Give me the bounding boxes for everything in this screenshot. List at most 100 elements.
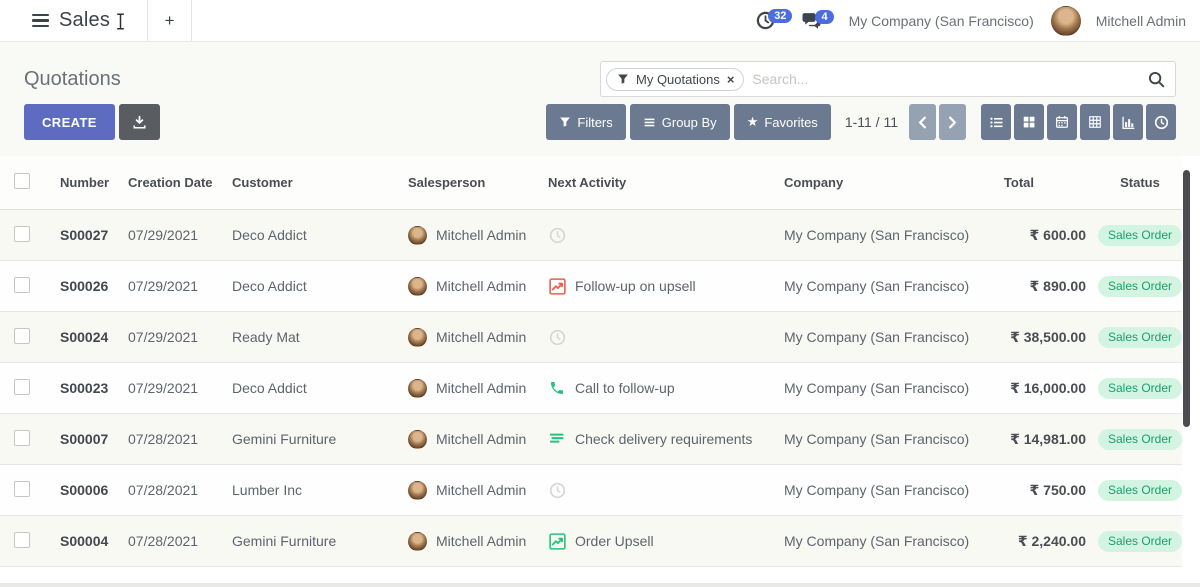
table-row[interactable]: S00006 07/28/2021 Lumber Inc Mitchell Ad…: [0, 465, 1182, 516]
chart-red-icon[interactable]: [548, 278, 566, 295]
search-icon[interactable]: [1148, 71, 1165, 88]
table-row[interactable]: S00023 07/29/2021 Deco Addict Mitchell A…: [0, 363, 1182, 414]
kanban-view-icon[interactable]: [1014, 104, 1044, 140]
salesperson-name: Mitchell Admin: [436, 278, 526, 294]
text-cursor: [116, 13, 125, 30]
column-header-next-activity[interactable]: Next Activity: [548, 175, 784, 190]
total-amount: ₹ 38,500.00: [990, 329, 1092, 346]
salesperson-avatar: [408, 277, 427, 296]
create-button[interactable]: CREATE: [24, 104, 115, 140]
total-amount: ₹ 16,000.00: [990, 380, 1092, 397]
row-checkbox[interactable]: [14, 277, 30, 293]
chart-green-icon[interactable]: [548, 533, 566, 550]
app-name[interactable]: Sales: [59, 9, 110, 32]
column-header-customer[interactable]: Customer: [232, 175, 408, 190]
systray: 32 4 My Company (San Francisco) Mitchell…: [756, 0, 1200, 41]
tasks-icon[interactable]: [548, 431, 566, 447]
total-amount: ₹ 750.00: [990, 482, 1092, 499]
table-row[interactable]: S00024 07/29/2021 Ready Mat Mitchell Adm…: [0, 312, 1182, 363]
quotation-number: S00027: [60, 227, 128, 243]
row-checkbox[interactable]: [14, 226, 30, 242]
next-activity-cell: [548, 329, 784, 346]
app-menu-tab[interactable]: Sales: [0, 0, 147, 41]
salesperson-name: Mitchell Admin: [436, 227, 526, 243]
user-menu[interactable]: Mitchell Admin: [1096, 13, 1186, 29]
pager-range[interactable]: 1-11 / 11: [845, 114, 898, 130]
column-header-status[interactable]: Status: [1092, 175, 1188, 190]
status-badge: Sales Order: [1098, 276, 1182, 297]
row-checkbox[interactable]: [14, 532, 30, 548]
status-badge: Sales Order: [1098, 531, 1182, 552]
clock-icon[interactable]: [548, 329, 566, 346]
hamburger-menu-icon[interactable]: [32, 14, 49, 27]
status-badge: Sales Order: [1098, 327, 1182, 348]
next-activity-cell: [548, 482, 784, 499]
company-name: My Company (San Francisco): [784, 482, 990, 498]
user-avatar[interactable]: [1051, 6, 1081, 36]
next-activity-label: Order Upsell: [575, 533, 654, 549]
salesperson-cell: Mitchell Admin: [408, 328, 548, 347]
status-badge: Sales Order: [1098, 480, 1182, 501]
column-header-creation-date[interactable]: Creation Date: [128, 175, 232, 190]
vertical-scrollbar[interactable]: [1183, 170, 1190, 427]
next-activity-cell: [548, 227, 784, 244]
column-header-total[interactable]: Total: [990, 175, 1092, 190]
list-view-icon[interactable]: [981, 104, 1011, 140]
download-icon: [132, 115, 147, 130]
top-navbar: Sales + 32 4 My Company (San Francisco) …: [0, 0, 1200, 42]
company-switcher[interactable]: My Company (San Francisco): [849, 13, 1034, 29]
quotation-number: S00026: [60, 278, 128, 294]
pager-previous-button[interactable]: [909, 104, 936, 140]
salesperson-cell: Mitchell Admin: [408, 379, 548, 398]
column-header-company[interactable]: Company: [784, 175, 990, 190]
company-name: My Company (San Francisco): [784, 227, 990, 243]
company-name: My Company (San Francisco): [784, 380, 990, 396]
company-name: My Company (San Francisco): [784, 533, 990, 549]
new-tab-button[interactable]: +: [147, 0, 192, 41]
export-button[interactable]: [119, 104, 160, 140]
row-checkbox[interactable]: [14, 481, 30, 497]
table-row[interactable]: S00026 07/29/2021 Deco Addict Mitchell A…: [0, 261, 1182, 312]
customer-name: Deco Addict: [232, 380, 408, 396]
filters-button[interactable]: Filters: [546, 104, 625, 140]
pager-next-button[interactable]: [939, 104, 966, 140]
customer-name: Ready Mat: [232, 329, 408, 345]
creation-date: 07/29/2021: [128, 227, 232, 243]
select-all-checkbox[interactable]: [14, 173, 30, 189]
messages-tray-button[interactable]: 4: [801, 12, 833, 30]
column-header-number[interactable]: Number: [60, 175, 128, 190]
page-title: Quotations: [24, 68, 121, 91]
creation-date: 07/29/2021: [128, 380, 232, 396]
pivot-view-icon[interactable]: [1080, 104, 1110, 140]
search-input[interactable]: [752, 71, 1140, 87]
facet-remove-icon[interactable]: ×: [727, 73, 735, 86]
clock-icon[interactable]: [548, 227, 566, 244]
salesperson-avatar: [408, 481, 427, 500]
company-name: My Company (San Francisco): [784, 431, 990, 447]
chevron-left-icon: [917, 116, 928, 129]
star-icon: ★: [747, 114, 759, 130]
phone-icon[interactable]: [548, 380, 566, 396]
creation-date: 07/29/2021: [128, 278, 232, 294]
row-checkbox[interactable]: [14, 379, 30, 395]
table-row[interactable]: S00027 07/29/2021 Deco Addict Mitchell A…: [0, 210, 1182, 261]
favorites-button[interactable]: ★ Favorites: [734, 104, 831, 140]
calendar-view-icon[interactable]: [1047, 104, 1077, 140]
next-activity-label: Follow-up on upsell: [575, 278, 696, 294]
salesperson-avatar: [408, 430, 427, 449]
graph-view-icon[interactable]: [1113, 104, 1143, 140]
group-by-button[interactable]: Group By: [630, 104, 730, 140]
salesperson-avatar: [408, 532, 427, 551]
column-header-salesperson[interactable]: Salesperson: [408, 175, 548, 190]
next-activity-label: Check delivery requirements: [575, 431, 752, 447]
activity-view-icon[interactable]: [1146, 104, 1176, 140]
table-row[interactable]: S00004 07/28/2021 Gemini Furniture Mitch…: [0, 516, 1182, 567]
clock-icon[interactable]: [548, 482, 566, 499]
creation-date: 07/28/2021: [128, 431, 232, 447]
activities-tray-button[interactable]: 32: [756, 11, 792, 30]
row-checkbox[interactable]: [14, 430, 30, 446]
status-badge: Sales Order: [1098, 429, 1182, 450]
view-switcher: [978, 104, 1176, 140]
row-checkbox[interactable]: [14, 328, 30, 344]
table-row[interactable]: S00007 07/28/2021 Gemini Furniture Mitch…: [0, 414, 1182, 465]
